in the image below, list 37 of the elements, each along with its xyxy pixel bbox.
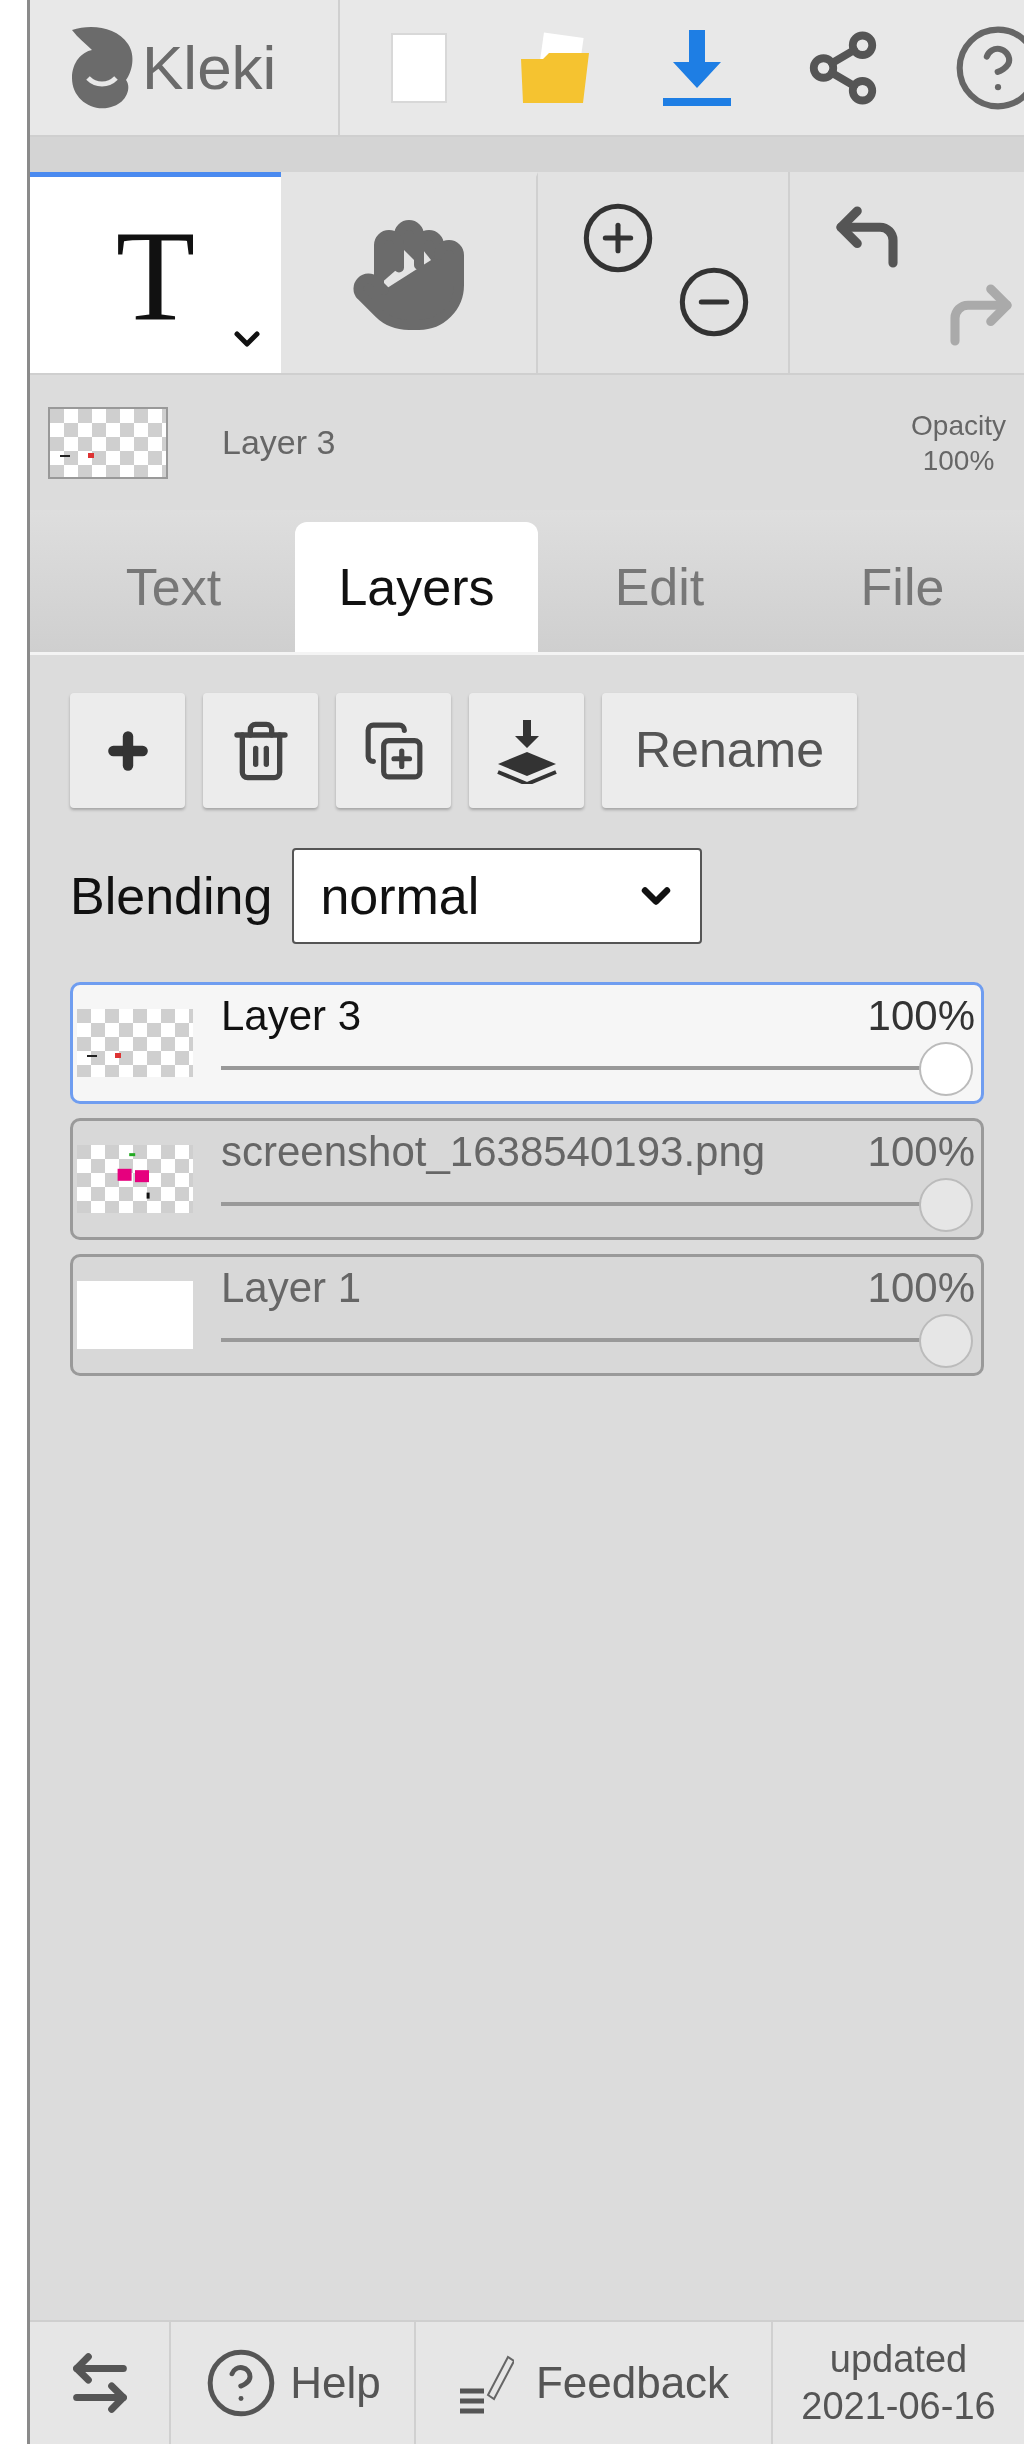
blending-select[interactable]: normal [292,848,703,944]
layer-opacity: 100% [867,990,975,1041]
blending-label: Blending [70,866,273,927]
duplicate-layer-button[interactable] [336,693,451,808]
layer-name: Layer 3 [221,990,362,1041]
updated-label: updated [829,2336,968,2382]
opacity-label: Opacity [911,408,1006,443]
add-layer-button[interactable] [70,693,185,808]
layer-row[interactable]: screenshot_1638540193.png 100% [70,1118,984,1240]
tab[interactable]: Layers [295,522,538,652]
help-button[interactable]: Help [171,2322,416,2444]
merge-layer-button[interactable] [469,693,584,808]
opacity-slider[interactable] [221,1042,973,1097]
layer-row[interactable]: Layer 1 100% [70,1254,984,1376]
merge-down-icon [495,717,558,784]
tab[interactable]: Edit [538,522,781,652]
layer-name: Layer 1 [221,1262,362,1313]
download-icon[interactable] [661,27,733,108]
delete-layer-button[interactable] [203,693,318,808]
feedback-button[interactable]: Feedback [416,2322,773,2444]
layer-opacity: 100% [867,1262,975,1313]
text-tool-button[interactable]: T [30,172,281,373]
slider-thumb[interactable] [919,1178,973,1233]
layer-opacity: 100% [867,1126,975,1177]
slider-thumb[interactable] [919,1042,973,1097]
current-layer-name: Layer 3 [222,422,337,463]
layer-row[interactable]: Layer 3 100% [70,982,984,1104]
opacity-value: 100% [922,443,995,478]
logo-text: Kleki [142,36,277,99]
rename-button[interactable]: Rename [602,693,857,808]
opacity-slider[interactable] [221,1314,973,1369]
slider-thumb[interactable] [919,1314,973,1369]
updated-date: 2021-06-16 [801,2384,996,2429]
opacity-slider[interactable] [221,1178,973,1233]
tab[interactable]: File [781,522,1024,652]
tab[interactable]: Text [52,522,295,652]
layer-name: screenshot_1638540193.png [221,1126,766,1177]
